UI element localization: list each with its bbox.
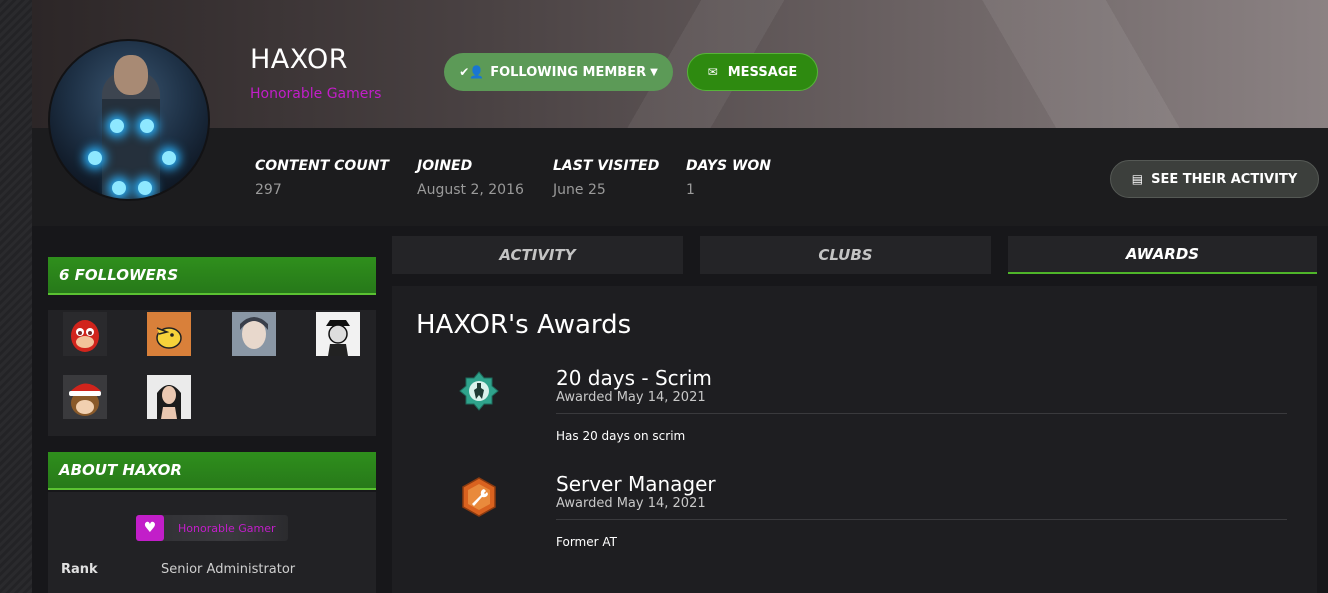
honorable-gamer-badge: ♥ Honorable Gamer xyxy=(136,515,288,541)
about-widget-title: ABOUT HAXOR xyxy=(48,452,376,490)
profile-username: HAXOR xyxy=(250,44,349,75)
award-description: Has 20 days on scrim xyxy=(556,429,686,443)
award-name: Server Manager xyxy=(556,472,716,496)
newspaper-icon: ▤ xyxy=(1131,172,1144,186)
avatar-head xyxy=(114,55,148,95)
award-name: 20 days - Scrim xyxy=(556,366,712,390)
left-decorative-strip xyxy=(0,0,32,593)
avatar-glow xyxy=(112,181,126,195)
heart-icon: ♥ xyxy=(136,515,164,541)
awards-title: HAXOR's Awards xyxy=(416,310,632,340)
stat-value: June 25 xyxy=(553,182,606,198)
follower-woman-icon xyxy=(147,375,191,419)
follower-avatar[interactable] xyxy=(232,312,276,356)
stat-content-count: CONTENT COUNT 297 xyxy=(255,158,389,198)
wrench-badge-icon xyxy=(459,477,499,517)
stat-value: 297 xyxy=(255,182,282,198)
see-their-activity-label: SEE THEIR ACTIVITY xyxy=(1151,171,1298,187)
check-user-icon: ✔👤 xyxy=(459,65,485,79)
follower-woodstock-icon xyxy=(156,327,182,349)
profile-header-banner xyxy=(32,0,1328,128)
tab-clubs[interactable]: CLUBS xyxy=(700,236,991,274)
stat-value: 1 xyxy=(686,182,695,198)
stat-joined: JOINED August 2, 2016 xyxy=(417,158,524,198)
rank-label: Rank xyxy=(61,562,98,577)
follower-avatar[interactable] xyxy=(147,375,191,419)
award-divider xyxy=(556,519,1287,520)
follower-knuckles-icon xyxy=(71,320,99,352)
stat-days-won: DAYS WON 1 xyxy=(686,158,771,198)
stat-label: JOINED xyxy=(417,158,473,174)
see-their-activity-button[interactable]: ▤ SEE THEIR ACTIVITY xyxy=(1110,160,1319,198)
avatar[interactable] xyxy=(48,39,210,201)
about-widget-body xyxy=(48,492,376,593)
award-date: Awarded May 14, 2021 xyxy=(556,390,706,405)
followers-widget-title: 6 FOLLOWERS xyxy=(48,257,376,295)
scrim-badge-icon xyxy=(459,371,499,411)
rank-value: Senior Administrator xyxy=(161,562,296,577)
follower-avatar[interactable] xyxy=(63,375,107,419)
avatar-glow xyxy=(138,181,152,195)
stat-value: August 2, 2016 xyxy=(417,182,524,198)
stat-label: CONTENT COUNT xyxy=(255,158,389,174)
award-date: Awarded May 14, 2021 xyxy=(556,496,706,511)
profile-group: Honorable Gamers xyxy=(250,86,382,102)
envelope-icon: ✉ xyxy=(707,65,718,79)
message-button[interactable]: ✉ MESSAGE xyxy=(687,53,818,91)
tab-activity[interactable]: ACTIVITY xyxy=(392,236,683,274)
tab-awards[interactable]: AWARDS xyxy=(1008,236,1317,274)
award-description: Former AT xyxy=(556,535,617,549)
following-member-label: FOLLOWING MEMBER xyxy=(490,64,647,80)
caret-down-icon: ▼ xyxy=(650,66,658,78)
honorable-gamer-label: Honorable Gamer xyxy=(178,521,276,535)
message-label: MESSAGE xyxy=(727,64,798,80)
follower-avatar[interactable] xyxy=(63,312,107,356)
avatar-glow xyxy=(140,119,154,133)
follower-santa-icon xyxy=(69,383,101,416)
following-member-button[interactable]: ✔👤 FOLLOWING MEMBER ▼ xyxy=(444,53,673,91)
avatar-glow xyxy=(88,151,102,165)
stat-label: LAST VISITED xyxy=(553,158,660,174)
stat-label: DAYS WON xyxy=(686,158,772,174)
stat-last-visited: LAST VISITED June 25 xyxy=(553,158,659,198)
follower-avatar[interactable] xyxy=(316,312,360,356)
follower-sketch-icon xyxy=(316,312,360,356)
follower-anime-icon xyxy=(232,312,276,356)
avatar-glow xyxy=(162,151,176,165)
award-divider xyxy=(556,413,1287,414)
avatar-glow xyxy=(110,119,124,133)
follower-avatar[interactable] xyxy=(147,312,191,356)
